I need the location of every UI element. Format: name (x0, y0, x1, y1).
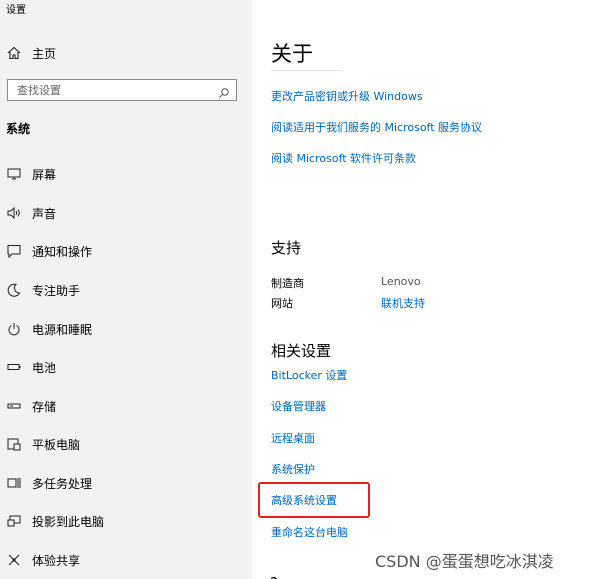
power-icon (6, 321, 22, 337)
notification-icon (6, 243, 22, 259)
sidebar-item-label: 声音 (32, 206, 57, 221)
projection-icon (6, 513, 22, 529)
sidebar-item-power-sleep[interactable]: 电源和睡眠 (0, 316, 252, 342)
sidebar-item-shared-experiences[interactable]: 体验共享 (0, 547, 252, 573)
main-content: 关于 更改产品密钥或升级 Windows 阅读适用于我们服务的 Microsof… (252, 0, 603, 579)
license-terms-link[interactable]: 阅读 Microsoft 软件许可条款 (271, 150, 416, 166)
service-agreement-link[interactable]: 阅读适用于我们服务的 Microsoft 服务协议 (271, 119, 482, 135)
shared-experience-icon (6, 552, 22, 568)
speaker-icon (6, 205, 22, 221)
multitask-icon (6, 475, 22, 491)
manufacturer-label: 制造商 (271, 277, 304, 290)
online-support-link[interactable]: 联机支持 (381, 295, 425, 311)
sidebar-item-sound[interactable]: 声音 (0, 200, 252, 226)
moon-icon (6, 282, 22, 298)
sidebar-item-label: 多任务处理 (32, 476, 93, 491)
sidebar-item-label: 平板电脑 (32, 437, 81, 452)
system-protection-link[interactable]: 系统保护 (271, 461, 315, 477)
sidebar-item-label: 电池 (32, 360, 57, 375)
battery-icon (6, 359, 22, 375)
window-title: 设置 (6, 5, 26, 16)
advanced-system-settings-link[interactable]: 高级系统设置 (271, 492, 337, 508)
sidebar-item-label: 电源和睡眠 (32, 322, 93, 337)
device-manager-link[interactable]: 设备管理器 (271, 398, 326, 414)
remote-desktop-link[interactable]: 远程桌面 (271, 430, 315, 446)
sidebar-item-focus-assist[interactable]: 专注助手 (0, 277, 252, 303)
sidebar-item-display[interactable]: 屏幕 (0, 161, 252, 187)
monitor-icon (6, 166, 22, 182)
bitlocker-settings-link[interactable]: BitLocker 设置 (271, 367, 347, 383)
sidebar-item-project-to-pc[interactable]: 投影到此电脑 (0, 508, 252, 534)
support-heading: 支持 (271, 239, 302, 257)
tablet-icon (6, 436, 22, 452)
sidebar-item-label: 投影到此电脑 (32, 514, 105, 529)
related-settings-heading: 相关设置 (271, 342, 332, 360)
sidebar-item-label: 体验共享 (32, 553, 81, 568)
sidebar-item-label: 专注助手 (32, 283, 81, 298)
search-box[interactable] (7, 79, 237, 101)
sidebar-item-battery[interactable]: 电池 (0, 354, 252, 380)
watermark: CSDN @蛋蛋想吃冰淇凌 (375, 552, 554, 571)
sidebar-item-storage[interactable]: 存储 (0, 393, 252, 419)
partial-heading: ? (270, 574, 280, 579)
sidebar-home[interactable]: 主页 (6, 43, 56, 63)
sidebar: 设置 主页 系统 屏幕 声音 通知和操作 专注助手 电源和睡眠 电池 存储 (0, 0, 252, 579)
manufacturer-value: Lenovo (381, 275, 421, 288)
search-icon[interactable] (218, 84, 230, 98)
search-input[interactable] (8, 82, 218, 98)
home-icon (6, 45, 22, 61)
home-label: 主页 (32, 46, 57, 61)
title-divider (271, 70, 343, 71)
page-title: 关于 (271, 42, 313, 66)
rename-pc-link[interactable]: 重命名这台电脑 (271, 524, 348, 540)
sidebar-item-tablet[interactable]: 平板电脑 (0, 431, 252, 457)
sidebar-item-label: 通知和操作 (32, 244, 93, 259)
website-label: 网站 (271, 297, 293, 310)
sidebar-item-notifications[interactable]: 通知和操作 (0, 238, 252, 264)
sidebar-item-label: 存储 (32, 399, 57, 414)
sidebar-item-label: 屏幕 (32, 167, 57, 182)
storage-icon (6, 398, 22, 414)
change-product-key-link[interactable]: 更改产品密钥或升级 Windows (271, 88, 423, 104)
sidebar-section-heading: 系统 (6, 122, 31, 136)
sidebar-item-multitasking[interactable]: 多任务处理 (0, 470, 252, 496)
